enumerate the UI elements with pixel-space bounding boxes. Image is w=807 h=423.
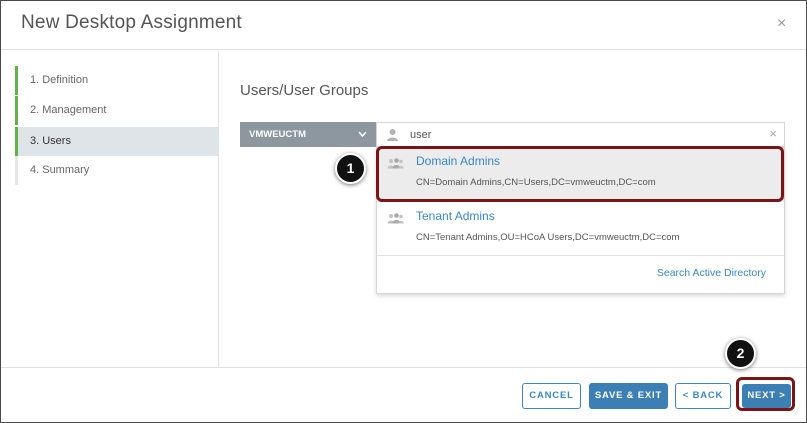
- result-name: Tenant Admins: [416, 209, 495, 223]
- dialog-header: New Desktop Assignment ×: [1, 1, 806, 50]
- callout-highlight-next: [736, 377, 795, 411]
- user-search-box: ×: [376, 122, 785, 147]
- clear-search-icon[interactable]: ×: [769, 126, 777, 141]
- user-icon: [386, 128, 399, 142]
- close-icon[interactable]: ×: [777, 15, 786, 33]
- search-active-directory-link[interactable]: Search Active Directory: [657, 267, 766, 279]
- user-search-input[interactable]: [410, 127, 750, 143]
- step-badge-2: 2: [725, 338, 756, 369]
- section-title: Users/User Groups: [240, 82, 369, 99]
- new-desktop-assignment-dialog: New Desktop Assignment × 1. Definition 2…: [0, 0, 807, 423]
- result-item-tenant-admins[interactable]: Tenant Admins CN=Tenant Admins,OU=HCoA U…: [377, 203, 784, 255]
- user-group-icon: [387, 211, 404, 224]
- chevron-down-icon: [358, 122, 367, 157]
- result-dn: CN=Tenant Admins,OU=HCoA Users,DC=vmweuc…: [416, 232, 680, 243]
- dialog-footer: CANCEL SAVE & EXIT < BACK NEXT >: [1, 367, 806, 423]
- step-management[interactable]: 2. Management: [15, 96, 219, 125]
- step-definition[interactable]: 1. Definition: [15, 66, 219, 95]
- dropdown-divider: [377, 255, 784, 256]
- save-and-exit-button[interactable]: SAVE & EXIT: [589, 383, 668, 409]
- step-badge-1: 1: [335, 153, 366, 184]
- back-button[interactable]: < BACK: [675, 383, 731, 409]
- step-users[interactable]: 3. Users: [15, 127, 219, 156]
- wizard-steps-sidebar: 1. Definition 2. Management 3. Users 4. …: [1, 51, 219, 367]
- cancel-button[interactable]: CANCEL: [522, 383, 581, 409]
- step-summary[interactable]: 4. Summary: [15, 156, 219, 185]
- domain-select-value: VMWEUCTM: [249, 129, 306, 140]
- callout-highlight-domain-admins: [376, 146, 784, 202]
- main-content: Users/User Groups VMWEUCTM ×: [220, 51, 806, 367]
- dialog-title: New Desktop Assignment: [21, 12, 242, 33]
- domain-select[interactable]: VMWEUCTM: [240, 122, 376, 147]
